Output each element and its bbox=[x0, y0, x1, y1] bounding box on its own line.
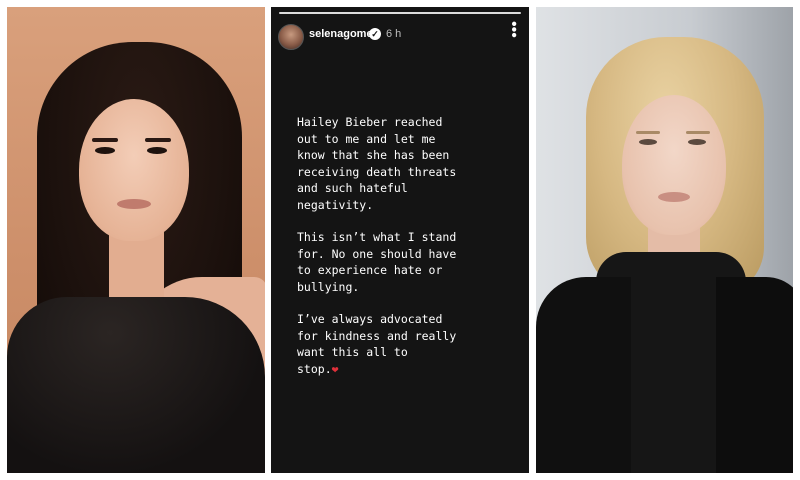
right-photo-brow-left bbox=[636, 131, 660, 134]
instagram-story: selenagomez ✓ 6 h ••• Hailey Bieber reac… bbox=[271, 7, 529, 473]
story-header: selenagomez ✓ 6 h ••• bbox=[271, 7, 529, 53]
story-username[interactable]: selenagomez bbox=[309, 28, 378, 40]
story-text: Hailey Bieber reached out to me and let … bbox=[297, 114, 525, 393]
verified-badge-icon: ✓ bbox=[369, 28, 381, 40]
right-photo-jacket-left bbox=[536, 277, 631, 473]
heart-icon: ❤ bbox=[331, 361, 339, 376]
left-photo-lips bbox=[117, 199, 151, 209]
left-photo-brow-left bbox=[92, 138, 118, 142]
left-photo-face bbox=[79, 99, 189, 241]
right-photo-lips bbox=[658, 192, 690, 202]
right-photo-brow-right bbox=[686, 131, 710, 134]
more-options-icon[interactable]: ••• bbox=[505, 21, 522, 38]
left-photo-brow-right bbox=[145, 138, 171, 142]
right-photo-eye-left bbox=[639, 139, 657, 145]
story-paragraph-3-text: I’ve always advocated for kindness and r… bbox=[297, 312, 457, 376]
story-paragraph-1: Hailey Bieber reached out to me and let … bbox=[297, 115, 457, 212]
story-timestamp: 6 h bbox=[386, 28, 402, 40]
avatar[interactable] bbox=[278, 24, 304, 50]
left-photo-dress bbox=[7, 297, 265, 473]
story-paragraph-2: This isn’t what I stand for. No one shou… bbox=[297, 230, 457, 294]
right-photo-face bbox=[622, 95, 726, 235]
right-photo bbox=[536, 7, 793, 473]
left-photo-eye-left bbox=[95, 147, 115, 154]
story-paragraph-3: I’ve always advocated for kindness and r… bbox=[297, 311, 525, 377]
right-photo-eye-right bbox=[688, 139, 706, 145]
story-progress-bar bbox=[279, 12, 521, 14]
left-photo bbox=[7, 7, 265, 473]
right-photo-jacket-right bbox=[716, 277, 793, 473]
left-photo-eye-right bbox=[147, 147, 167, 154]
